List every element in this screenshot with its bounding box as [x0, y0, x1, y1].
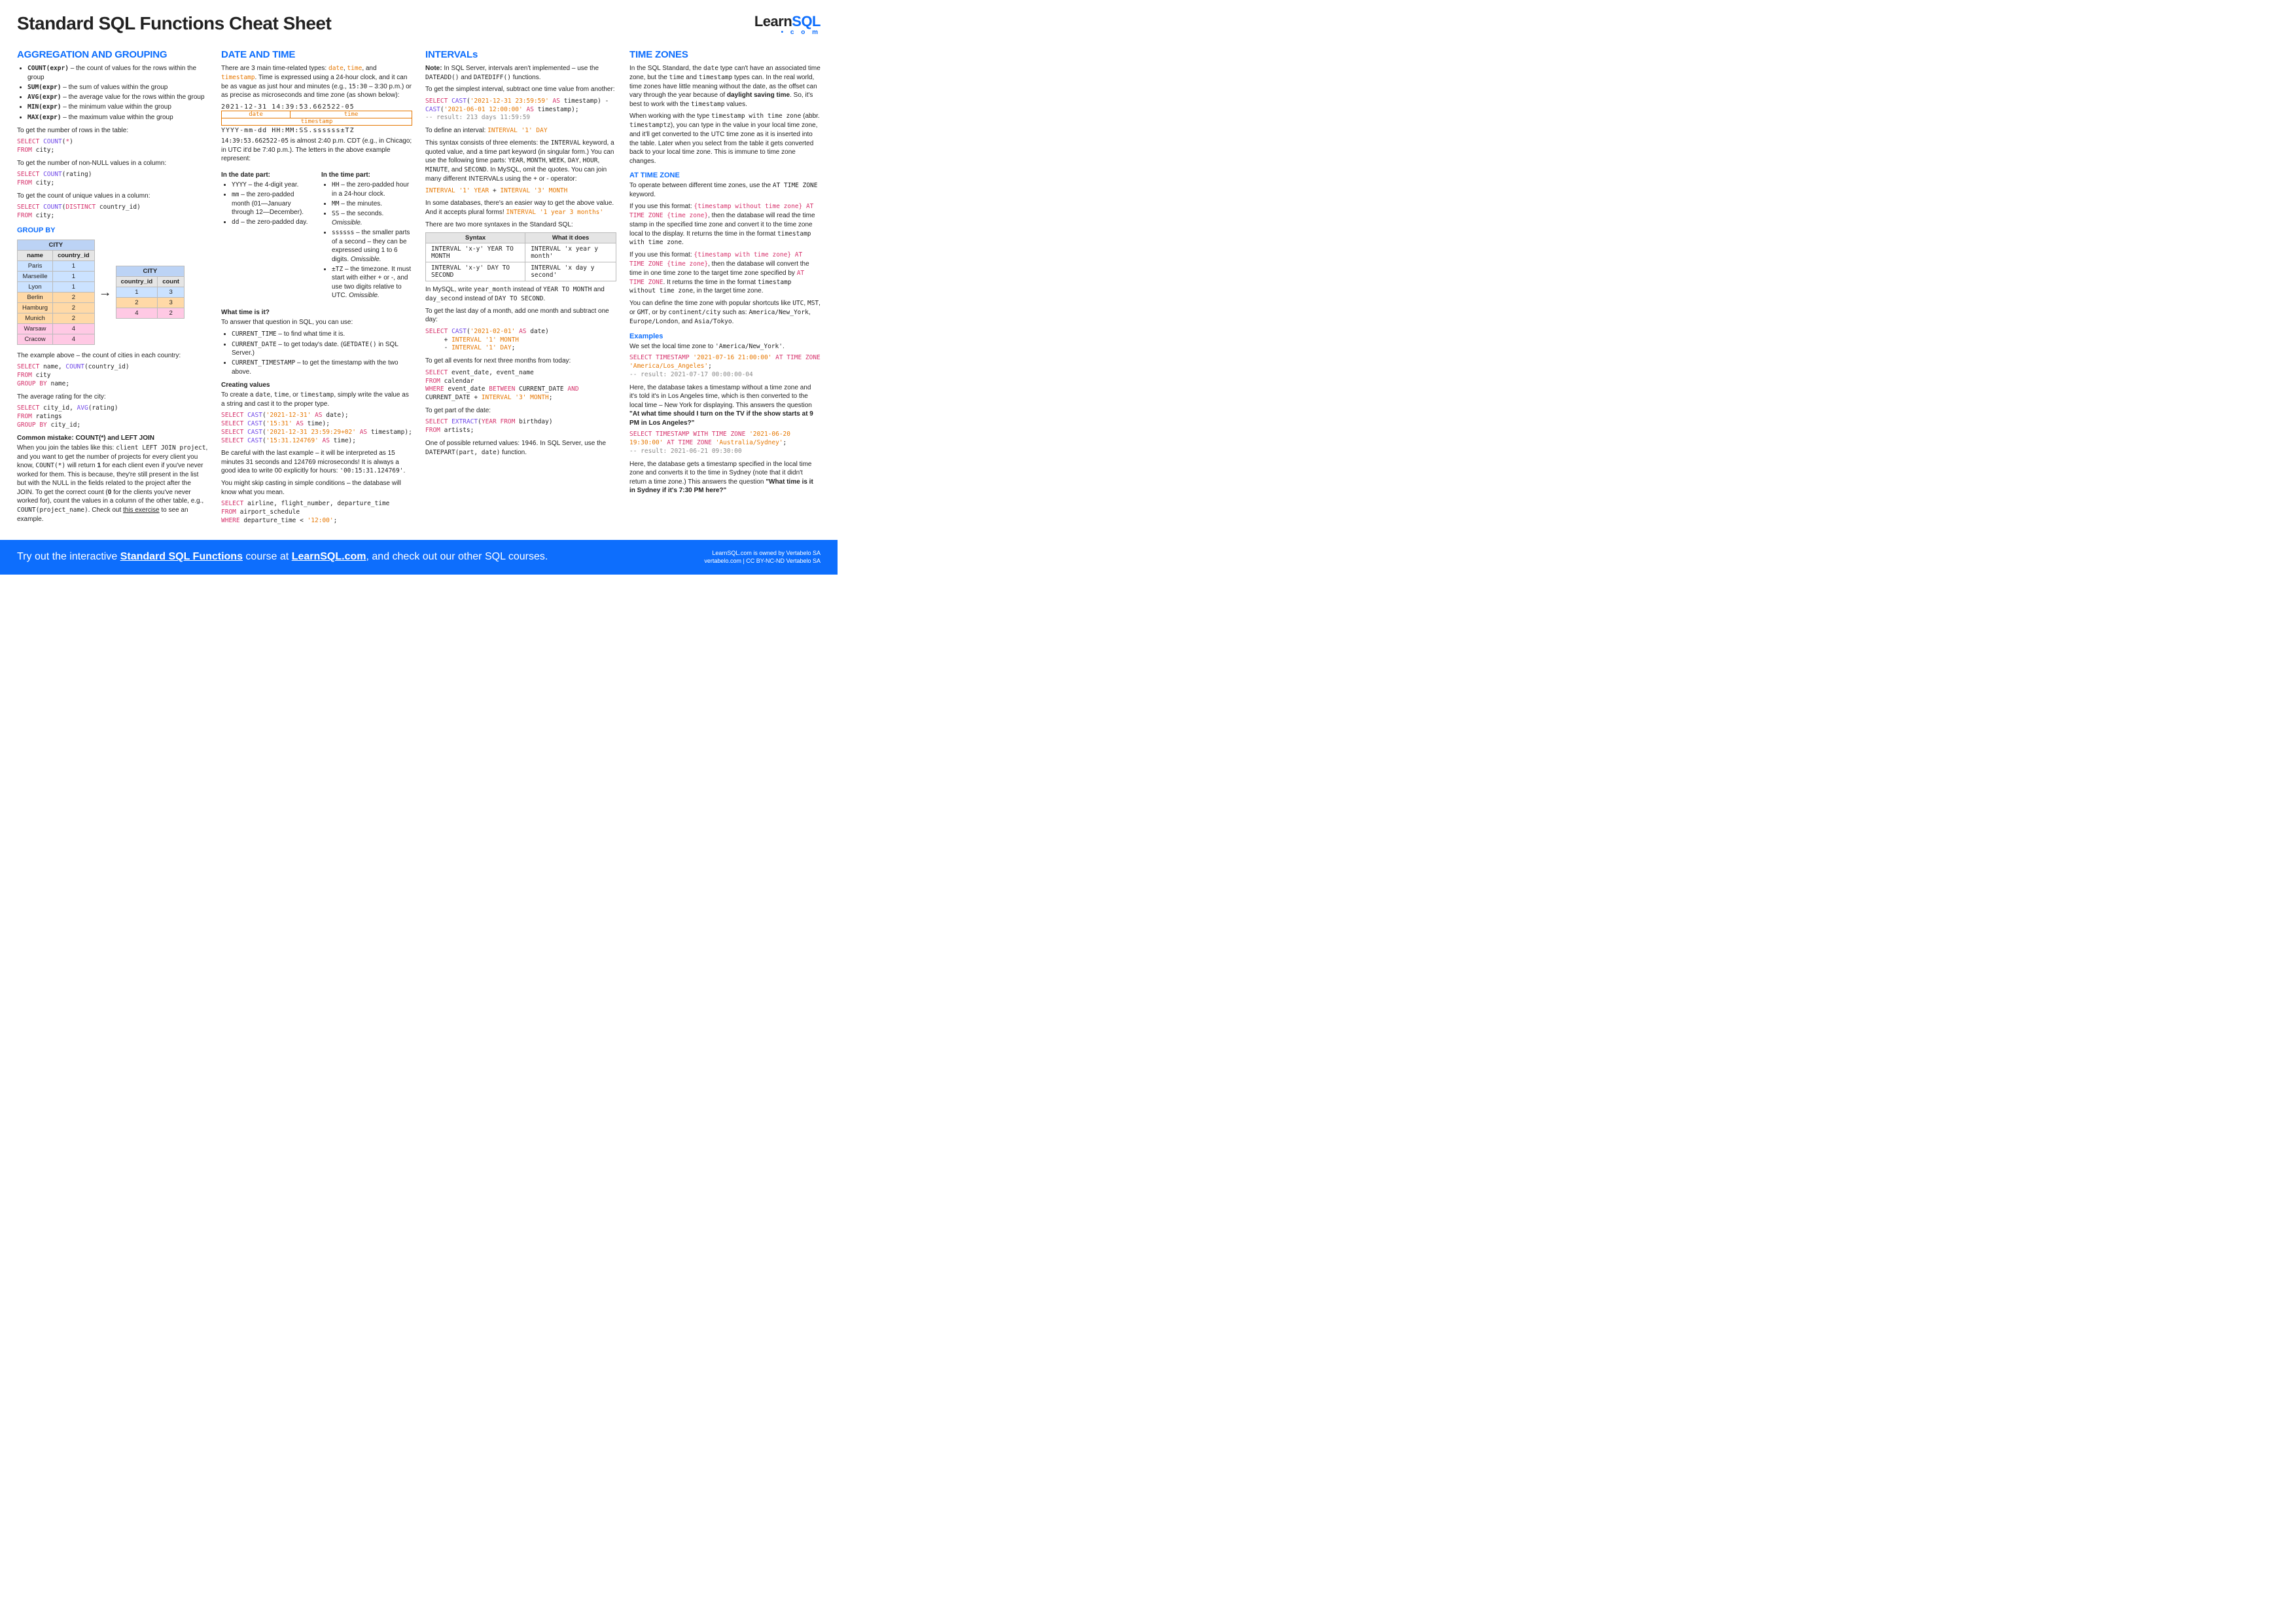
paragraph: If you use this format: {timestamp with … [629, 251, 821, 296]
code-block: SELECT CAST('2021-12-31 23:59:59' AS tim… [425, 98, 616, 122]
paragraph: To define an interval: INTERVAL '1' DAY [425, 126, 616, 135]
label: There are two more syntaxes in the Stand… [425, 221, 616, 230]
page: Standard SQL Functions Cheat Sheet Learn… [0, 0, 838, 529]
heading-intervals: INTERVALs [425, 49, 616, 60]
exercise-link[interactable]: this exercise [123, 507, 160, 514]
paragraph: There are 3 main time-related types: dat… [221, 64, 412, 100]
heading-datetime: DATE AND TIME [221, 49, 412, 60]
paragraph: 14:39:53.662522-05 is almost 2:40 p.m. C… [221, 137, 412, 164]
paragraph: When working with the type timestamp wit… [629, 112, 821, 166]
list-item: SUM(expr) – the sum of values within the… [27, 83, 208, 92]
paragraph: Here, the database gets a timestamp spec… [629, 460, 821, 495]
list-item: MIN(expr) – the minimum value within the… [27, 103, 208, 112]
paragraph: You might skip casting in simple conditi… [221, 479, 412, 497]
paragraph: Note: In SQL Server, intervals aren't im… [425, 64, 616, 82]
heading-attimezone: AT TIME ZONE [629, 171, 821, 179]
heading-timezones: TIME ZONES [629, 49, 821, 60]
col-intervals: INTERVALs Note: In SQL Server, intervals… [425, 45, 616, 529]
label: To get part of the date: [425, 406, 616, 416]
heading-timepart: In the time part: [321, 171, 412, 179]
heading-creating: Creating values [221, 382, 412, 389]
code-block: SELECT TIMESTAMP '2021-07-16 21:00:00' A… [629, 354, 821, 379]
timestamp-diagram: 2021-12-31 14:39:53.662522-05 date time … [221, 103, 412, 134]
label: To get the count of unique values in a c… [17, 192, 208, 201]
table-syntax: SyntaxWhat it does INTERVAL 'x-y' YEAR T… [425, 232, 616, 281]
footer-left: Try out the interactive Standard SQL Fun… [17, 551, 548, 563]
code-block: SELECT event_date, event_name FROM calen… [425, 369, 616, 402]
table-city-agg: CITY country_idcount 13 23 42 [116, 266, 185, 319]
heading-aggregation: AGGREGATION AND GROUPING [17, 49, 208, 60]
label: The average rating for the city: [17, 393, 208, 402]
heading-whattime: What time is it? [221, 309, 412, 316]
code-block: SELECT TIMESTAMP WITH TIME ZONE '2021-06… [629, 431, 821, 455]
label: To get all events for next three months … [425, 357, 616, 366]
paragraph: Be careful with the last example – it wi… [221, 449, 412, 476]
label: To get the number of non-NULL values in … [17, 159, 208, 168]
label: To answer that question in SQL, you can … [221, 318, 412, 327]
label: To get the last day of a month, add one … [425, 307, 616, 325]
paragraph: To operate between different time zones,… [629, 181, 821, 199]
code-block: SELECT EXTRACT(YEAR FROM birthday) FROM … [425, 418, 616, 435]
logo-sql: SQL [792, 13, 821, 29]
col-timezones: TIME ZONES In the SQL Standard, the date… [629, 45, 821, 529]
heading-groupby: GROUP BY [17, 226, 208, 234]
code-block: SELECT COUNT(DISTINCT country_id) FROM c… [17, 204, 208, 221]
page-title: Standard SQL Functions Cheat Sheet [17, 13, 331, 34]
code-block: SELECT COUNT(rating) FROM city; [17, 171, 208, 188]
paragraph: You can define the time zone with popula… [629, 299, 821, 326]
paragraph: In MySQL, write year_month instead of YE… [425, 285, 616, 304]
logo-learn: Learn [754, 13, 792, 29]
label: To get the simplest interval, subtract o… [425, 85, 616, 94]
paragraph: This syntax consists of three elements: … [425, 139, 616, 183]
col-aggregation: AGGREGATION AND GROUPING COUNT(expr) – t… [17, 45, 208, 529]
list-item: COUNT(expr) – the count of values for th… [27, 64, 208, 82]
code-block: SELECT name, COUNT(country_id) FROM city… [17, 363, 208, 388]
footer-right: LearnSQL.com is owned by Vertabelo SA ve… [704, 549, 821, 565]
col-datetime: DATE AND TIME There are 3 main time-rela… [221, 45, 412, 529]
datetime-parts: In the date part: YYYY – the 4-digit yea… [221, 167, 412, 304]
code-block: SELECT city_id, AVG(rating) FROM ratings… [17, 404, 208, 429]
paragraph: To create a date, time, or timestamp, si… [221, 391, 412, 408]
code-block: SELECT airline, flight_number, departure… [221, 500, 412, 525]
learnsql-link[interactable]: LearnSQL.com [292, 551, 366, 562]
agg-list: COUNT(expr) – the count of values for th… [27, 64, 208, 122]
paragraph: We set the local time zone to 'America/N… [629, 342, 821, 351]
groupby-diagram: CITY namecountry_id Paris1 Marseille1 Ly… [17, 237, 208, 349]
list-item: MAX(expr) – the maximum value within the… [27, 113, 208, 122]
paragraph: In the SQL Standard, the date type can't… [629, 64, 821, 109]
paragraph: Here, the database takes a timestamp wit… [629, 383, 821, 428]
code-block: INTERVAL '1' YEAR + INTERVAL '3' MONTH [425, 187, 616, 196]
course-link[interactable]: Standard SQL Functions [120, 551, 243, 562]
code-block: SELECT CAST('2021-12-31' AS date); SELEC… [221, 412, 412, 445]
heading-common-mistake: Common mistake: COUNT(*) and LEFT JOIN [17, 435, 208, 442]
paragraph: When you join the tables like this: clie… [17, 444, 208, 524]
header: Standard SQL Functions Cheat Sheet Learn… [17, 13, 821, 36]
logo: LearnSQL • c o m [754, 13, 821, 36]
footer: Try out the interactive Standard SQL Fun… [0, 540, 838, 575]
label: To get the number of rows in the table: [17, 126, 208, 135]
heading-datepart: In the date part: [221, 171, 312, 179]
arrow-icon: → [99, 285, 112, 300]
label: The example above – the count of cities … [17, 351, 208, 361]
heading-examples: Examples [629, 332, 821, 340]
columns: AGGREGATION AND GROUPING COUNT(expr) – t… [17, 45, 821, 529]
code-block: SELECT CAST('2021-02-01' AS date) + INTE… [425, 328, 616, 353]
list-item: AVG(expr) – the average value for the ro… [27, 93, 208, 102]
paragraph: One of possible returned values: 1946. I… [425, 439, 616, 457]
code-block: SELECT COUNT(*) FROM city; [17, 138, 208, 155]
table-city: CITY namecountry_id Paris1 Marseille1 Ly… [17, 240, 95, 345]
paragraph: In some databases, there's an easier way… [425, 199, 616, 217]
paragraph: If you use this format: {timestamp witho… [629, 202, 821, 247]
